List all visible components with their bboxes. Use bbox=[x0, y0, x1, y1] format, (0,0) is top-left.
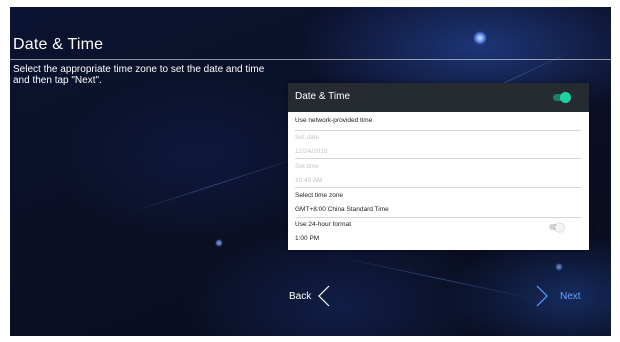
row-divider bbox=[295, 187, 581, 188]
format-24h-label: Use 24-hour format bbox=[295, 221, 351, 228]
background-glow bbox=[473, 31, 487, 45]
set-time-label: Set time bbox=[295, 163, 319, 170]
network-time-row[interactable]: Use network-provided time bbox=[295, 117, 581, 125]
next-button[interactable]: Next bbox=[532, 284, 592, 308]
time-zone-row[interactable]: Select time zone GMT+8:00 China Standard… bbox=[295, 192, 581, 214]
next-label: Next bbox=[560, 291, 581, 302]
toggle-knob bbox=[555, 222, 564, 232]
chevron-right-icon bbox=[536, 285, 548, 307]
row-divider bbox=[295, 130, 581, 131]
title-divider bbox=[10, 59, 611, 60]
time-zone-value: GMT+8:00 China Standard Time bbox=[295, 206, 389, 213]
network-time-label: Use network-provided time bbox=[295, 117, 373, 124]
set-date-label: Set date bbox=[295, 134, 320, 141]
setup-screen: Date & Time Select the appropriate time … bbox=[10, 7, 611, 336]
chevron-left-icon bbox=[318, 285, 330, 307]
instructions-text: Select the appropriate time zone to set … bbox=[13, 64, 265, 86]
background-streak bbox=[129, 156, 302, 213]
set-time-value: 10:49 AM bbox=[295, 177, 323, 184]
dialog-title: Date & Time bbox=[295, 91, 351, 102]
time-zone-label: Select time zone bbox=[295, 192, 344, 199]
background-streak bbox=[339, 257, 536, 300]
date-time-toggle[interactable] bbox=[553, 92, 571, 103]
toggle-knob bbox=[560, 92, 571, 103]
background-glow bbox=[555, 263, 563, 271]
set-time-row[interactable]: Set time 10:49 AM bbox=[295, 163, 581, 185]
format-24h-row[interactable]: Use 24-hour format 1:00 PM bbox=[295, 221, 581, 243]
row-divider bbox=[295, 158, 581, 159]
format-24h-toggle[interactable] bbox=[549, 222, 564, 232]
back-label: Back bbox=[289, 291, 312, 302]
set-date-row[interactable]: Set date 12/24/2019 bbox=[295, 134, 581, 156]
page-title: Date & Time bbox=[13, 36, 104, 53]
row-divider bbox=[295, 217, 581, 218]
dialog-header: Date & Time bbox=[288, 83, 589, 112]
format-sample: 1:00 PM bbox=[295, 235, 320, 242]
background-glow bbox=[215, 239, 223, 247]
set-date-value: 12/24/2019 bbox=[295, 148, 328, 155]
date-time-dialog: Date & Time Use network-provided time Se… bbox=[288, 83, 589, 250]
